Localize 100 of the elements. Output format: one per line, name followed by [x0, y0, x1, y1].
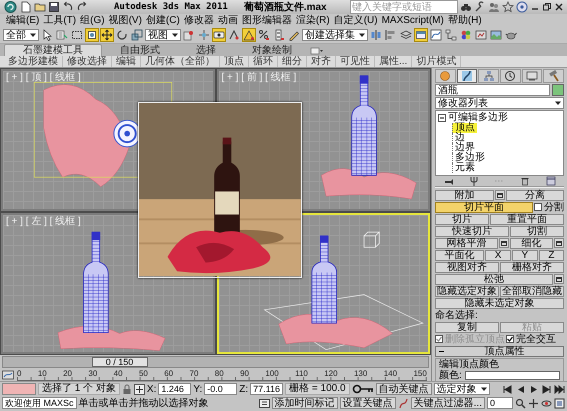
- binoculars-icon[interactable]: [460, 1, 472, 13]
- command-button[interactable]: 切割: [510, 226, 564, 236]
- coordinate-field[interactable]: -0.0: [204, 383, 238, 395]
- help-icon[interactable]: [516, 1, 528, 13]
- settings-button[interactable]: [554, 274, 564, 284]
- command-button[interactable]: 全部取消隐藏: [500, 286, 564, 296]
- scale-icon[interactable]: [130, 28, 144, 42]
- orbit-icon[interactable]: [541, 398, 552, 408]
- menu-item[interactable]: 视图(V): [106, 15, 144, 26]
- schematic-icon[interactable]: [444, 28, 458, 42]
- ribbon-panel-button[interactable]: 顶点: [220, 56, 249, 67]
- rollout-header[interactable]: 顶点属性: [435, 346, 564, 357]
- command-button[interactable]: 附加: [435, 190, 494, 200]
- menu-item[interactable]: 编辑(E): [4, 15, 42, 26]
- panel-tab[interactable]: [522, 69, 542, 83]
- app-logo-icon[interactable]: [3, 1, 18, 13]
- snap-icon[interactable]: [227, 28, 241, 42]
- object-color-swatch[interactable]: [552, 84, 564, 96]
- gizmo-drawing[interactable]: [113, 120, 141, 148]
- command-button[interactable]: 切片: [435, 214, 489, 224]
- pivot-icon[interactable]: [182, 28, 196, 42]
- list-icon[interactable]: [55, 28, 69, 42]
- menu-item[interactable]: 修改器: [182, 15, 216, 26]
- script-listener-field[interactable]: [2, 383, 36, 395]
- percent-snap-icon[interactable]: [257, 28, 271, 42]
- object-name-field[interactable]: 酒瓶: [435, 84, 550, 96]
- go-to-end-icon[interactable]: [554, 384, 565, 394]
- settings-button[interactable]: [499, 238, 509, 248]
- ribbon-options-icon[interactable]: [310, 46, 324, 56]
- settings-button[interactable]: [494, 190, 504, 200]
- panel-tab[interactable]: [435, 69, 456, 83]
- toolbar-dropdown[interactable]: 全部: [3, 29, 39, 41]
- menu-item[interactable]: 组(G): [78, 15, 107, 26]
- close-button[interactable]: [554, 2, 564, 12]
- time-slider[interactable]: 0 / 150: [92, 357, 148, 367]
- keyboard-icon[interactable]: [212, 28, 226, 42]
- command-button[interactable]: Z: [538, 250, 564, 260]
- command-button[interactable]: 平面化: [435, 250, 484, 260]
- manipulate-icon[interactable]: [197, 28, 211, 42]
- wrench-icon[interactable]: [474, 1, 486, 13]
- stack-item[interactable]: 可编辑多边形: [448, 113, 508, 123]
- ribbon-panel-button[interactable]: 可见性: [336, 56, 375, 67]
- frame-field[interactable]: 0: [487, 397, 513, 409]
- ribbon-panel-button[interactable]: 切片模式: [412, 56, 462, 67]
- command-button[interactable]: 隐藏选定对象: [435, 286, 499, 296]
- key-filters-button[interactable]: 关键点过滤器...: [410, 397, 485, 409]
- menu-item[interactable]: 工具(T): [41, 15, 78, 26]
- ribbon-panel-button[interactable]: 细分: [278, 56, 307, 67]
- key-mode-dropdown[interactable]: 选定对象: [434, 383, 490, 395]
- dashed-rectangle-icon[interactable]: [70, 28, 84, 42]
- curve-editor-icon[interactable]: [429, 28, 443, 42]
- ribbon-panel-button[interactable]: 几何体（全部）: [141, 56, 220, 67]
- maximize-icon[interactable]: [554, 398, 565, 408]
- star-icon[interactable]: [502, 1, 514, 13]
- material-editor-icon[interactable]: [459, 28, 473, 42]
- ribbon-tab[interactable]: 选择: [178, 44, 234, 56]
- render-setup-icon[interactable]: [474, 28, 488, 42]
- set-key-button[interactable]: 设置关键点: [340, 397, 396, 409]
- command-button[interactable]: 松弛: [435, 274, 553, 284]
- ribbon-panel-button[interactable]: 修改选择: [63, 56, 112, 67]
- pan-icon[interactable]: [528, 398, 539, 408]
- ribbon-panel-button[interactable]: 多边形建模: [4, 56, 63, 67]
- expand-icon[interactable]: [438, 114, 446, 122]
- trash-icon[interactable]: [520, 176, 530, 186]
- menu-item[interactable]: MAXScript(M): [380, 15, 446, 26]
- settings-button[interactable]: [554, 238, 564, 248]
- toolbar-dropdown[interactable]: 视图: [145, 29, 181, 41]
- stack-subitem[interactable]: 顶点: [452, 123, 477, 133]
- angle-snap-icon[interactable]: [242, 28, 256, 42]
- command-button[interactable]: 快速切片: [435, 226, 509, 236]
- stack-subitem[interactable]: 边界: [452, 143, 477, 153]
- add-time-tag-button[interactable]: 添加时间标记: [272, 397, 338, 409]
- undo-icon[interactable]: [62, 1, 74, 13]
- ribbon-tab[interactable]: 自由形式: [102, 44, 178, 56]
- track-bar-icon[interactable]: [2, 370, 14, 380]
- ribbon-toggle-icon[interactable]: [414, 28, 428, 42]
- command-button[interactable]: Y: [512, 250, 538, 260]
- go-to-start-icon[interactable]: [502, 384, 513, 394]
- ribbon-panel-button[interactable]: 循环: [249, 56, 278, 67]
- ribbon-panel-button[interactable]: 属性...: [375, 56, 412, 67]
- key-filter-icon[interactable]: [398, 398, 409, 408]
- ribbon-panel-button[interactable]: 编辑: [112, 56, 141, 67]
- command-button[interactable]: 视图对齐: [435, 262, 499, 272]
- stack-subitem[interactable]: 元素: [452, 163, 477, 173]
- command-button[interactable]: X: [485, 250, 511, 260]
- ribbon-panel-button[interactable]: 对齐: [307, 56, 336, 67]
- command-button[interactable]: 细化: [510, 238, 553, 248]
- menu-item[interactable]: 图形编辑器: [240, 15, 294, 26]
- menu-item[interactable]: 创建(C): [144, 15, 182, 26]
- auto-key-button[interactable]: 自动关键点: [376, 383, 432, 395]
- checkbox[interactable]: 完全交互: [506, 334, 556, 344]
- search-field[interactable]: 键入关键字或短语: [350, 0, 458, 14]
- redo-icon[interactable]: [76, 1, 88, 13]
- panel-tab[interactable]: [500, 69, 521, 83]
- modifier-list-dropdown[interactable]: 修改器列表: [435, 97, 564, 109]
- next-frame-icon[interactable]: [541, 384, 552, 394]
- command-button[interactable]: 复制: [435, 322, 499, 332]
- save-icon[interactable]: [48, 1, 60, 13]
- command-button[interactable]: 重置平面: [490, 214, 564, 224]
- stack-subitem[interactable]: 多边形: [452, 153, 487, 163]
